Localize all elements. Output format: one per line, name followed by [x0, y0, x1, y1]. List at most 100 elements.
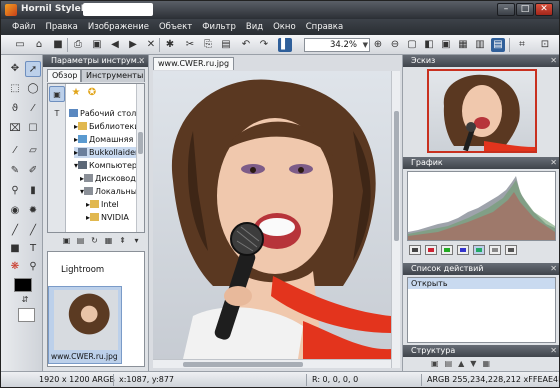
channel-red-icon[interactable] — [425, 245, 437, 255]
copy-icon[interactable]: ⎘ — [201, 38, 215, 52]
close-doc-icon[interactable]: ✕ — [144, 38, 158, 52]
folder-up-icon[interactable]: ▤ — [75, 235, 86, 246]
next-icon[interactable]: ▶ — [126, 38, 140, 52]
prev-icon[interactable]: ◀ — [108, 38, 122, 52]
history-item[interactable]: Открыть — [408, 278, 555, 289]
menu-window[interactable]: Окно — [268, 22, 301, 32]
close-icon[interactable]: ✕ — [138, 55, 145, 67]
crop-icon[interactable]: ⌧ — [7, 121, 23, 137]
tree-item[interactable]: ▸ Intel — [86, 199, 119, 210]
fill-icon[interactable]: ■ — [7, 241, 23, 257]
new-layer-icon[interactable]: ▣ — [431, 359, 439, 369]
scroll-thumb[interactable] — [394, 111, 399, 241]
gradient-icon[interactable]: ▮ — [25, 183, 41, 199]
close-icon[interactable]: ✕ — [550, 55, 557, 67]
fit-icon[interactable]: ▢ — [405, 38, 419, 52]
foreground-color-swatch[interactable] — [14, 278, 32, 292]
menu-file[interactable]: Файл — [7, 22, 40, 32]
tree-item[interactable]: ▸ Bukkollaider — [74, 147, 139, 158]
folder-label[interactable]: Lightroom — [61, 265, 104, 275]
wand-icon[interactable]: ⁄ — [25, 101, 41, 117]
shape-icon[interactable]: ╱ — [25, 223, 41, 239]
tab-browse[interactable]: Обзор — [47, 69, 82, 82]
tree-item[interactable]: Рабочий стол — [69, 108, 136, 119]
close-icon[interactable]: ✕ — [550, 157, 557, 169]
redo-icon[interactable]: ↷ — [257, 38, 271, 52]
channel-gray-icon[interactable] — [489, 245, 501, 255]
blur-icon[interactable]: ✹ — [25, 203, 41, 219]
paste-icon[interactable]: ▤ — [219, 38, 233, 52]
zoom-in-icon[interactable]: ⊕ — [371, 38, 385, 52]
layer-up-icon[interactable]: ▲ — [458, 359, 464, 369]
channel-blue-icon[interactable] — [457, 245, 469, 255]
pencil-icon[interactable]: ✐ — [25, 163, 41, 179]
chevron-down-icon[interactable]: ▼ — [363, 39, 368, 51]
tab-tools[interactable]: Инструменты — [81, 69, 145, 82]
zoom-icon[interactable]: ⚲ — [25, 259, 41, 275]
layer-down-icon[interactable]: ▼ — [470, 359, 476, 369]
resize-icon[interactable]: ⊡ — [538, 38, 552, 52]
sort-icon[interactable]: ⇞ — [117, 235, 128, 246]
text-icon[interactable]: T — [49, 106, 65, 122]
channel-all-icon[interactable] — [505, 245, 517, 255]
undo-icon[interactable]: ↶ — [239, 38, 253, 52]
star-icon[interactable]: ★ — [68, 85, 84, 101]
tree-item[interactable]: ▸ Дисковод — [80, 173, 136, 184]
tree-item[interactable]: ▸ NVIDIA — [86, 212, 129, 223]
grid-icon[interactable]: ▦ — [456, 38, 470, 52]
transform-icon[interactable]: ⌗ — [515, 38, 529, 52]
horizontal-scrollbar[interactable] — [153, 359, 391, 368]
ellipse-marquee-icon[interactable]: ◯ — [25, 81, 41, 97]
line-icon[interactable]: ╱ — [7, 223, 23, 239]
panels-icon[interactable]: ▤ — [491, 38, 505, 52]
menu-help[interactable]: Справка — [301, 22, 348, 32]
tree-item[interactable]: ▸Домашняя группа — [74, 134, 144, 145]
text-icon[interactable]: T — [25, 241, 41, 257]
red-eye-icon[interactable]: ◉ — [7, 203, 23, 219]
tree-item[interactable]: ▾ Компьютер — [74, 160, 137, 171]
close-icon[interactable]: ✕ — [550, 263, 557, 275]
lasso-icon[interactable]: ϑ — [7, 101, 23, 117]
close-window-button[interactable]: ✕ — [535, 3, 553, 16]
background-color-swatch[interactable] — [18, 308, 35, 322]
menu-object[interactable]: Объект — [154, 22, 197, 32]
star-outline-icon[interactable]: ✪ — [84, 85, 100, 101]
merge-icon[interactable]: ▦ — [482, 359, 490, 369]
channel-green-icon[interactable] — [441, 245, 453, 255]
move-icon[interactable]: ✥ — [7, 61, 23, 77]
menu-image[interactable]: Изображение — [83, 22, 154, 32]
scroll-thumb[interactable] — [183, 362, 303, 367]
open-icon[interactable]: ⌂ — [32, 38, 46, 52]
navigator-preview[interactable] — [427, 69, 537, 153]
tree-item[interactable]: ▸ Библиотеки — [74, 121, 139, 132]
eraser-icon[interactable]: ▱ — [25, 143, 41, 159]
hand-icon[interactable]: ☐ — [25, 121, 41, 137]
menu-filter[interactable]: Фильтр — [197, 22, 241, 32]
settings-icon[interactable]: ✱ — [163, 38, 177, 52]
channel-luminance-icon[interactable] — [473, 245, 485, 255]
image-canvas[interactable] — [153, 71, 391, 359]
new-icon[interactable]: ▭ — [13, 38, 27, 52]
eyedropper-icon[interactable]: ⁄ — [7, 143, 23, 159]
scroll-thumb[interactable] — [138, 132, 143, 154]
zoom-out-icon[interactable]: ⊖ — [388, 38, 402, 52]
fullscreen-icon[interactable]: ▣ — [439, 38, 453, 52]
print-icon[interactable]: ⎙ — [71, 38, 85, 52]
vertical-scrollbar[interactable] — [391, 71, 400, 368]
document-tab[interactable]: www.CWER.ru.jpg — [153, 57, 235, 70]
computer-icon[interactable]: ▣ — [49, 86, 65, 102]
view-icon[interactable]: ▦ — [103, 235, 114, 246]
tree-scrollbar[interactable] — [136, 84, 144, 232]
cut-icon[interactable]: ✂ — [183, 38, 197, 52]
pointer-icon[interactable]: ➚ — [25, 61, 41, 77]
layout-icon[interactable]: ▥ — [473, 38, 487, 52]
marquee-icon[interactable]: ⬚ — [7, 81, 23, 97]
new-folder-icon[interactable]: ▣ — [61, 235, 72, 246]
channel-rgb-icon[interactable] — [409, 245, 421, 255]
close-icon[interactable]: ✕ — [550, 345, 557, 357]
color-picker-icon[interactable]: ❋ — [7, 259, 23, 275]
clone-icon[interactable]: ⚲ — [7, 183, 23, 199]
minimize-button[interactable]: – — [497, 3, 515, 16]
swap-colors-icon[interactable]: ⇵ — [17, 292, 33, 308]
thumbnail-item[interactable]: www.CWER.ru.jpg — [48, 286, 122, 364]
